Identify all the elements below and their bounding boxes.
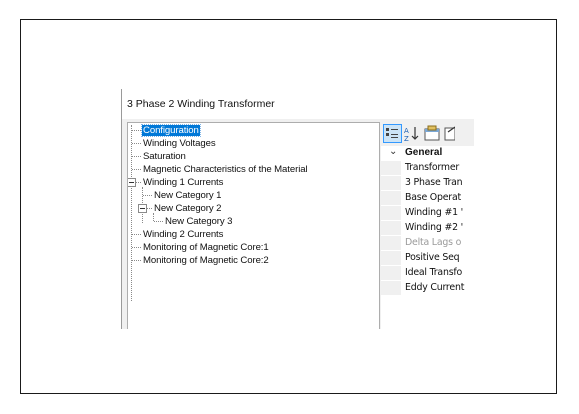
window-title: 3 Phase 2 Winding Transformer <box>127 98 275 110</box>
tree-item-configuration[interactable]: Configuration <box>141 124 201 137</box>
tree-item-saturation[interactable]: Saturation <box>142 150 187 163</box>
row-gutter <box>381 251 401 265</box>
tree-item-label: New Category 2 <box>154 203 222 214</box>
tree-item-label: New Category 3 <box>165 216 233 227</box>
tree-connector <box>132 143 141 144</box>
tree-item-label: Winding 1 Currents <box>143 177 224 188</box>
category-tree[interactable]: Configuration Winding Voltages Saturatio… <box>127 122 380 329</box>
tree-connector <box>132 260 141 261</box>
row-gutter <box>381 221 401 235</box>
collapse-toggle[interactable] <box>138 204 147 213</box>
collapse-toggle[interactable] <box>128 178 136 187</box>
row-gutter <box>381 206 401 220</box>
row-gutter <box>381 281 401 295</box>
property-pages-icon <box>424 125 440 141</box>
svg-text:A: A <box>404 127 409 135</box>
property-grid[interactable]: ⌄ General Transformer 3 Phase Tran Base … <box>381 146 474 329</box>
tree-item-label: Monitoring of Magnetic Core:2 <box>143 255 269 266</box>
property-row[interactable]: Base Operat <box>381 191 474 205</box>
property-name: Base Operat <box>405 192 461 203</box>
svg-text:Z: Z <box>404 135 409 143</box>
alphabetical-sort-icon: A Z <box>404 127 419 143</box>
title-bar[interactable]: 3 Phase 2 Winding Transformer <box>122 89 474 119</box>
property-row[interactable]: Winding #2 ' <box>381 221 474 235</box>
categorized-icon <box>386 128 398 138</box>
property-name: 3 Phase Tran <box>405 177 463 188</box>
tree-item-monitoring-core-2[interactable]: Monitoring of Magnetic Core:2 <box>142 254 270 267</box>
categorized-button[interactable] <box>383 124 402 143</box>
tree-item-magnetic-characteristics[interactable]: Magnetic Characteristics of the Material <box>142 163 309 176</box>
edit-page-button[interactable] <box>443 124 462 143</box>
tree-item-label: New Category 1 <box>154 190 222 201</box>
property-name: Eddy Current <box>405 282 465 293</box>
tree-item-label: Monitoring of Magnetic Core:1 <box>143 242 269 253</box>
property-row[interactable]: Ideal Transfo <box>381 266 474 280</box>
property-row[interactable]: Transformer <box>381 161 474 175</box>
tree-connector <box>154 221 163 222</box>
tree-item-new-category-3[interactable]: New Category 3 <box>164 215 233 228</box>
tree-item-label: Winding 2 Currents <box>143 229 224 240</box>
category-row-general[interactable]: ⌄ General <box>381 146 474 160</box>
property-row[interactable]: Winding #1 ' <box>381 206 474 220</box>
property-row[interactable]: Positive Seq <box>381 251 474 265</box>
property-row[interactable]: Delta Lags o <box>381 236 474 250</box>
tree-item-label: Winding Voltages <box>143 138 216 149</box>
tree-item-winding-voltages[interactable]: Winding Voltages <box>142 137 217 150</box>
row-gutter <box>381 176 401 190</box>
property-name: Transformer <box>405 162 460 173</box>
property-panel: A Z ⌄ General Transformer 3 Phase Tran B… <box>381 122 474 329</box>
row-gutter <box>381 236 401 250</box>
tree-connector <box>132 247 141 248</box>
tree-connector <box>136 182 141 183</box>
property-toolbar: A Z <box>381 122 474 145</box>
property-pages-button[interactable] <box>423 124 442 143</box>
tree-item-monitoring-core-1[interactable]: Monitoring of Magnetic Core:1 <box>142 241 270 254</box>
category-label: General <box>405 147 443 158</box>
property-name: Delta Lags o <box>405 237 462 248</box>
edit-page-icon <box>444 126 456 141</box>
tree-item-label: Saturation <box>143 151 186 162</box>
property-name: Winding #2 ' <box>405 222 464 233</box>
row-gutter <box>381 266 401 280</box>
chevron-down-icon[interactable]: ⌄ <box>389 146 397 157</box>
property-row[interactable]: Eddy Current <box>381 281 474 295</box>
tree-connector <box>147 208 152 209</box>
alphabetical-button[interactable]: A Z <box>403 124 422 143</box>
tree-item-label: Configuration <box>141 124 201 137</box>
transformer-dialog: 3 Phase 2 Winding Transformer Configurat <box>121 89 474 329</box>
tree-connector <box>132 169 141 170</box>
property-name: Ideal Transfo <box>405 267 463 278</box>
tree-item-new-category-2[interactable]: New Category 2 <box>153 202 222 215</box>
tree-connector <box>143 195 152 196</box>
tree-item-label: Magnetic Characteristics of the Material <box>143 164 308 175</box>
tree-connector <box>132 234 141 235</box>
tree-item-new-category-1[interactable]: New Category 1 <box>153 189 222 202</box>
tree-item-winding-2-currents[interactable]: Winding 2 Currents <box>142 228 224 241</box>
tree-connector <box>132 156 141 157</box>
property-name: Winding #1 ' <box>405 207 464 218</box>
tree-root-line <box>131 125 132 301</box>
row-gutter <box>381 161 401 175</box>
property-name: Positive Seq <box>405 252 460 263</box>
tree-item-winding-1-currents[interactable]: Winding 1 Currents <box>142 176 224 189</box>
property-row[interactable]: 3 Phase Tran <box>381 176 474 190</box>
row-gutter <box>381 191 401 205</box>
tree-connector <box>132 130 141 131</box>
dialog-body: Configuration Winding Voltages Saturatio… <box>122 119 474 329</box>
